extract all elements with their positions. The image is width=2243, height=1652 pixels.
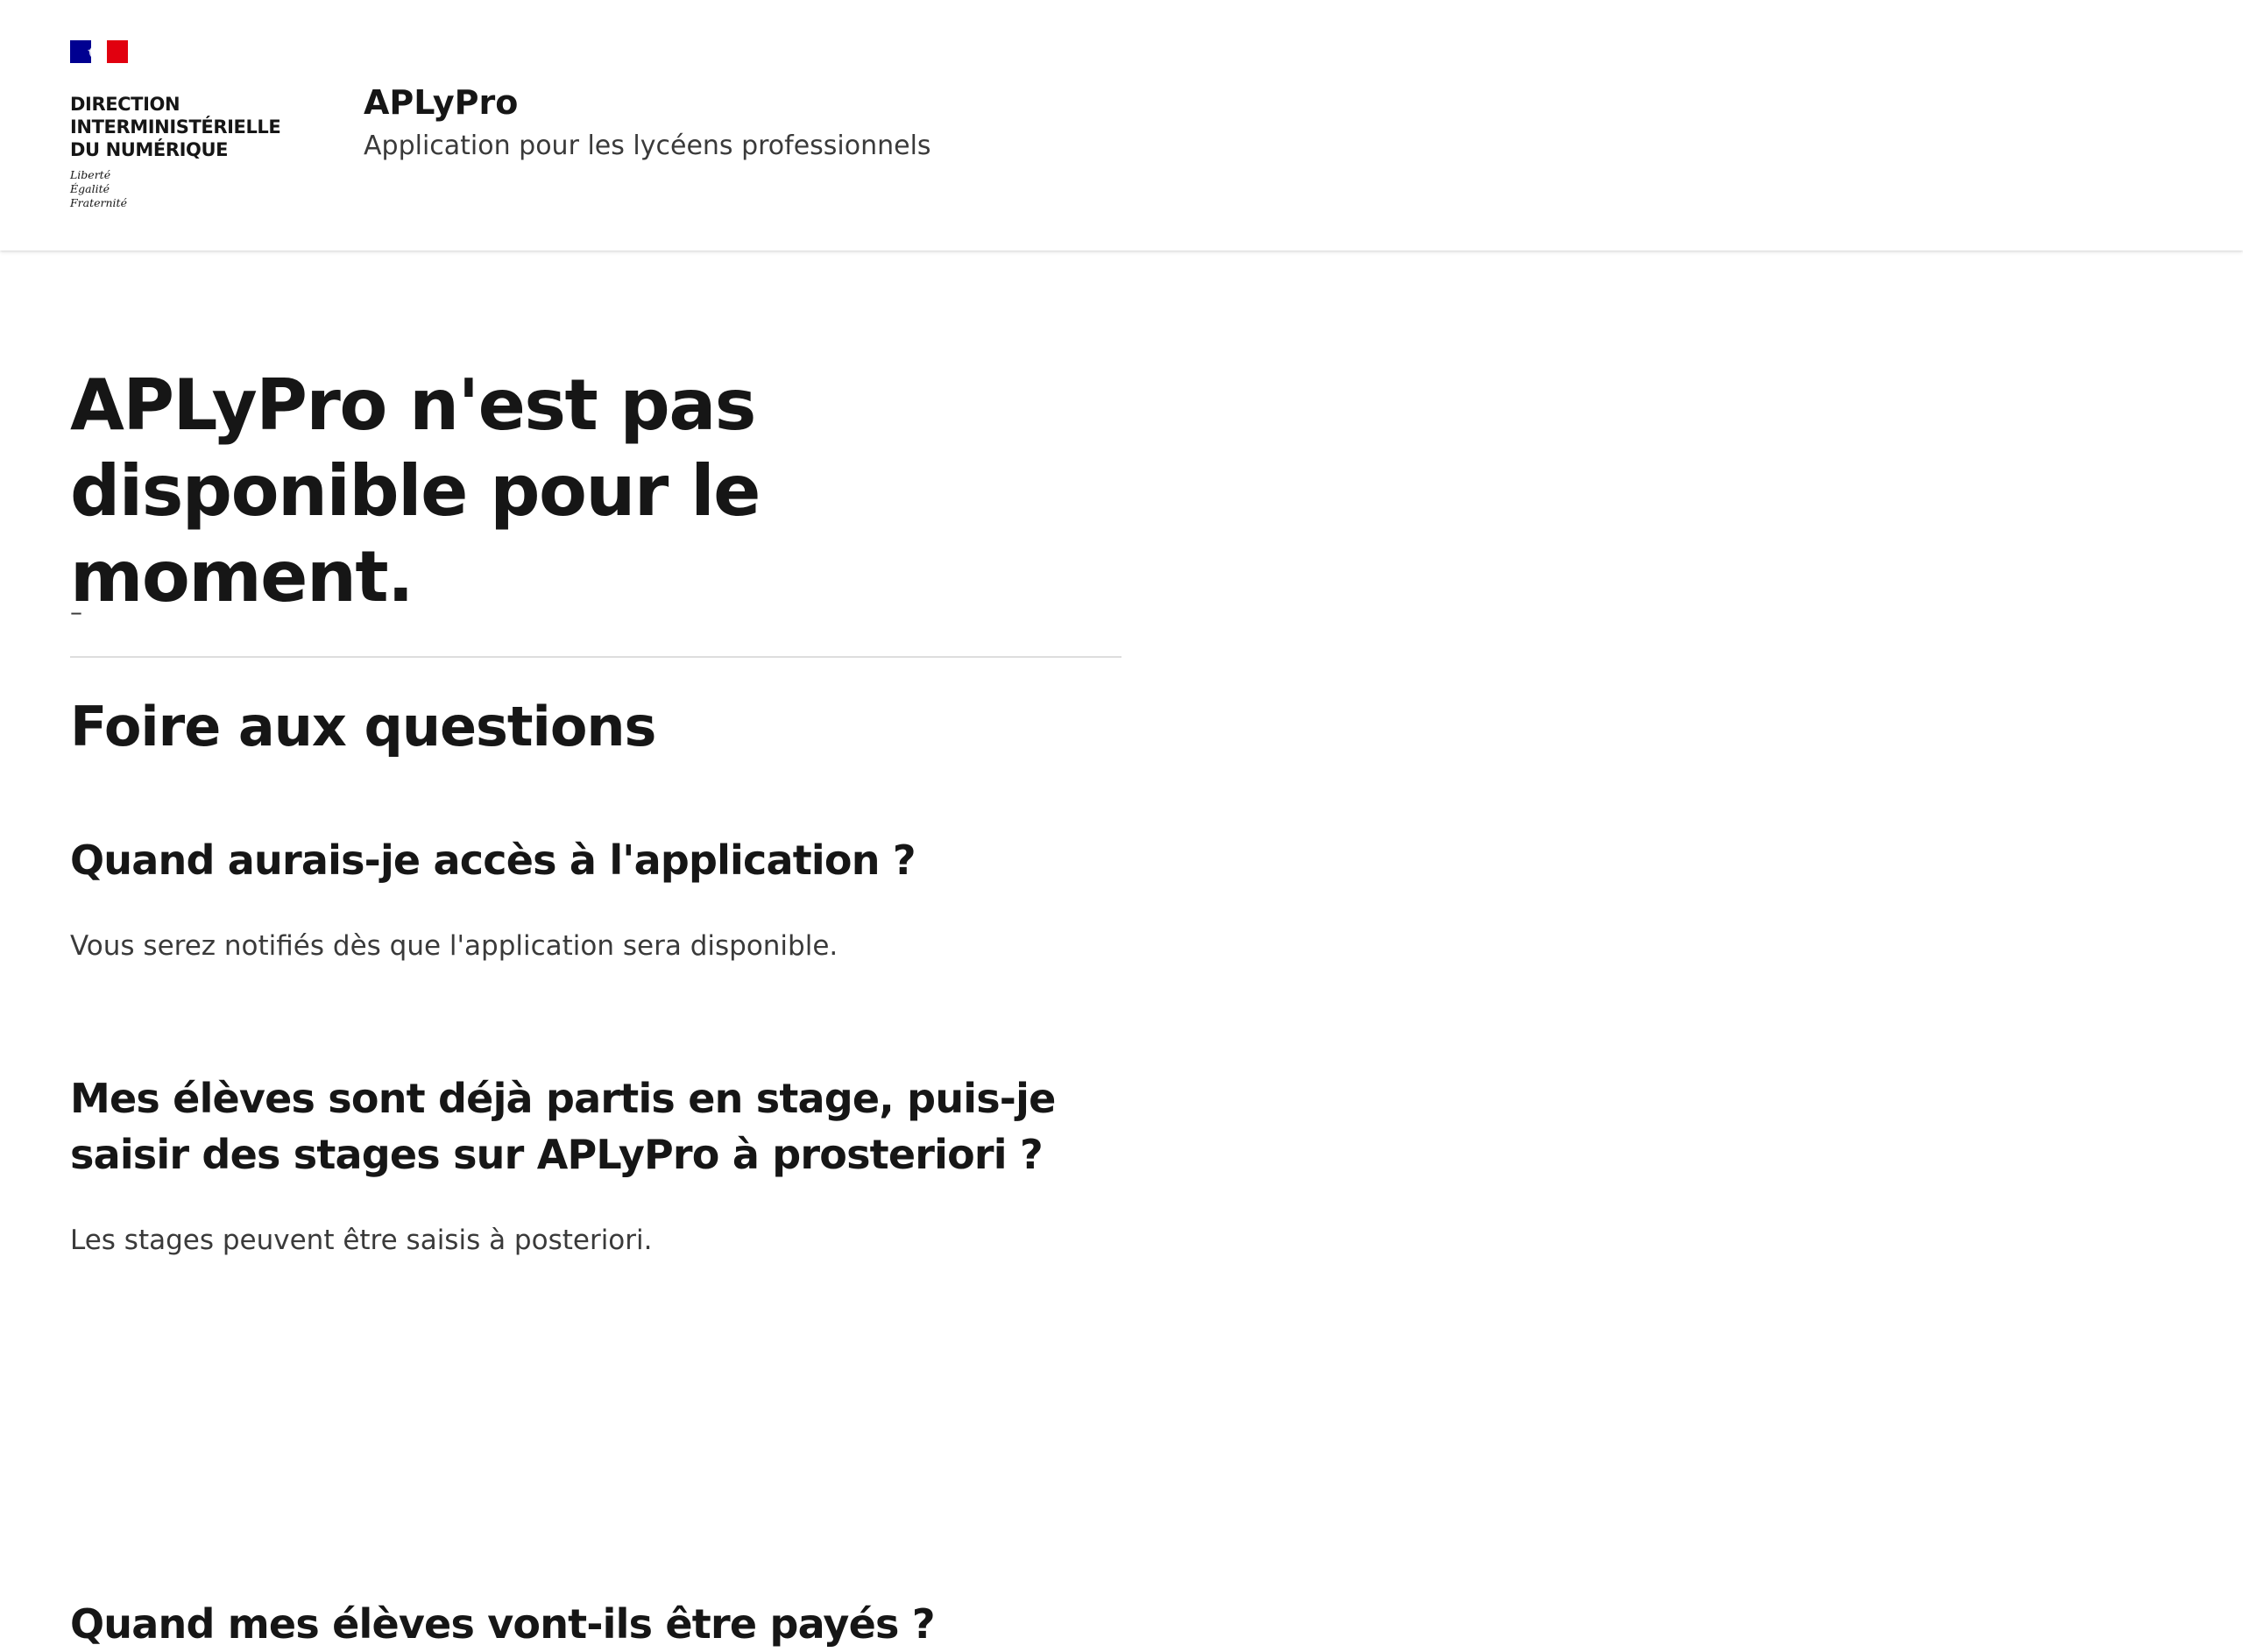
site-header: DIRECTION INTERMINISTÉRIELLE DU NUMÉRIQU… [0,0,2243,251]
faq-title: Foire aux questions [70,695,656,759]
faq-answer: Vous serez notifiés dès que l'applicatio… [70,930,838,962]
flag-blue-band [70,40,102,63]
institution-line: DIRECTION [70,94,180,115]
motto-line: Liberté [70,168,111,181]
section-divider [70,656,1122,658]
faq-answer: Les stages peuvent être saisis à posteri… [70,1225,653,1256]
faq-item: Quand aurais-je accès à l'application ? … [70,832,1122,967]
faq-question: Quand aurais-je accès à l'application ? [70,837,916,884]
motto-line: Fraternité [70,196,127,209]
service-title-link[interactable]: APLyPro [364,79,931,126]
republic-motto: Liberté Égalité Fraternité [70,168,127,210]
institution-name: DIRECTION INTERMINISTÉRIELLE DU NUMÉRIQU… [70,93,281,161]
page-title: APLyPro n'est pas disponible pour le mom… [70,364,761,618]
faq-item: Mes élèves sont déjà partis en stage, pu… [70,1070,1122,1261]
faq-question: Mes élèves sont déjà partis en stage, pu… [70,1075,1056,1178]
institution-line: DU NUMÉRIQUE [70,139,229,160]
government-logo-link[interactable]: DIRECTION INTERMINISTÉRIELLE DU NUMÉRIQU… [70,40,307,215]
marianne-profile-icon [88,44,102,60]
service-tagline: Application pour les lycéens professionn… [364,131,931,161]
motto-line: Égalité [70,182,110,195]
faq-item: Quand mes élèves vont-ils être payés ? [70,1596,1122,1652]
institution-line: INTERMINISTÉRIELLE [70,116,281,138]
faq-question: Quand mes élèves vont-ils être payés ? [70,1600,936,1648]
flag-red-band [107,40,128,63]
page-subtitle: – [70,597,82,626]
service-info: APLyPro Application pour les lycéens pro… [364,79,931,166]
marianne-flag-icon [70,40,128,63]
